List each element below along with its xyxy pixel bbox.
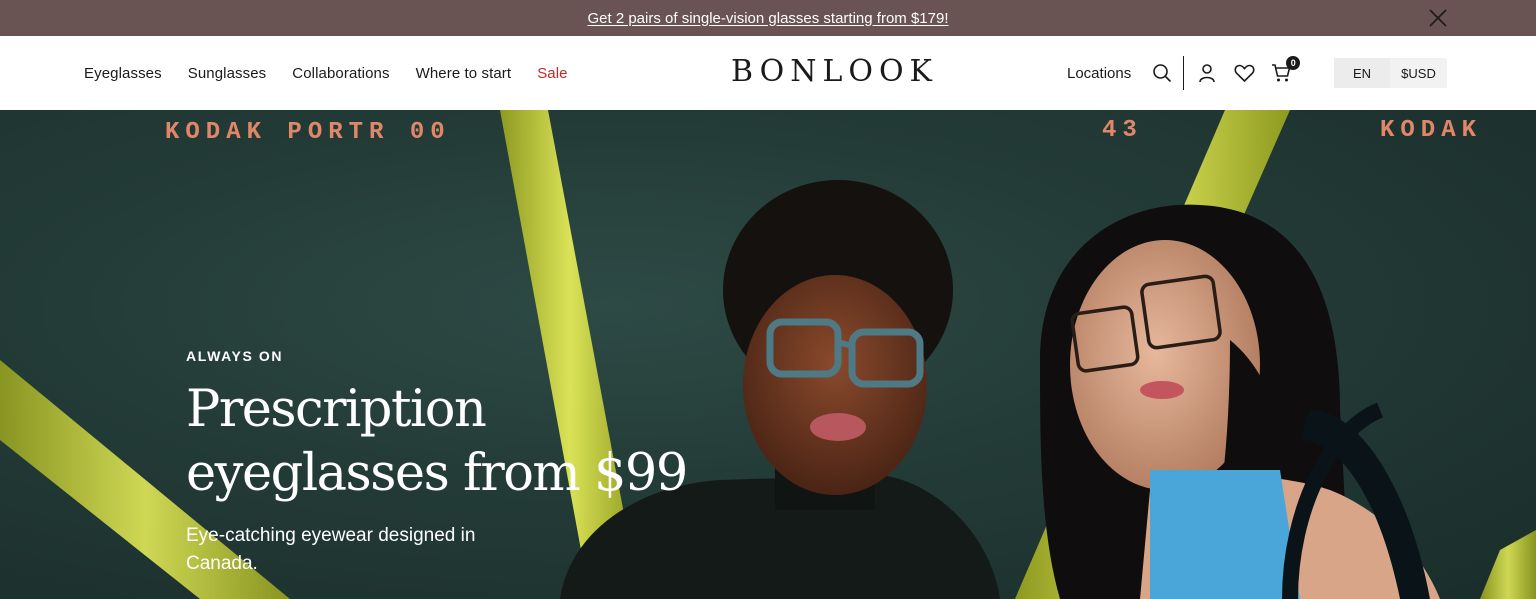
nav-collaborations[interactable]: Collaborations (292, 65, 389, 82)
main-nav: Eyeglasses Sunglasses Collaborations Whe… (84, 36, 568, 110)
nav-where-to-start[interactable]: Where to start (416, 65, 512, 82)
header-actions: Locations 0 (1067, 36, 1301, 110)
locations-link[interactable]: Locations (1067, 65, 1131, 82)
currency-selector[interactable]: $USD (1390, 58, 1447, 88)
cart-icon[interactable]: 0 (1270, 56, 1301, 84)
film-text-left: KODAK PORTR 00 (165, 119, 451, 146)
site-header: Eyeglasses Sunglasses Collaborations Whe… (0, 36, 1536, 110)
film-text-right: KODAK (1380, 117, 1482, 144)
user-icon[interactable] (1196, 62, 1218, 84)
announcement-bar: Get 2 pairs of single-vision glasses sta… (0, 0, 1536, 36)
language-selector[interactable]: EN (1334, 58, 1390, 88)
nav-sale[interactable]: Sale (537, 65, 567, 82)
nav-sunglasses[interactable]: Sunglasses (188, 65, 267, 82)
close-icon[interactable] (1428, 8, 1448, 28)
heart-icon[interactable] (1233, 62, 1255, 84)
hero-copy: ALWAYS ON Prescription eyeglasses from $… (186, 348, 706, 578)
hero-headline: Prescription eyeglasses from $99 (186, 380, 688, 503)
brand-logo[interactable]: BONLOOK (731, 54, 932, 89)
cart-count-badge: 0 (1286, 56, 1301, 70)
hero-subtext: Eye-catching eyewear designed in Canada. (186, 525, 476, 574)
hero-banner[interactable]: KODAK PORTR 00 43 KODAK ALWAYS ON Prescr… (0, 110, 1536, 599)
announcement-link[interactable]: Get 2 pairs of single-vision glasses sta… (587, 10, 948, 27)
film-number: 43 (1102, 117, 1143, 144)
header-divider (1183, 56, 1185, 90)
hero-eyebrow: ALWAYS ON (186, 348, 284, 364)
nav-eyeglasses[interactable]: Eyeglasses (84, 65, 162, 82)
locale-switcher: EN $USD (1334, 58, 1447, 88)
search-icon[interactable] (1151, 62, 1173, 84)
